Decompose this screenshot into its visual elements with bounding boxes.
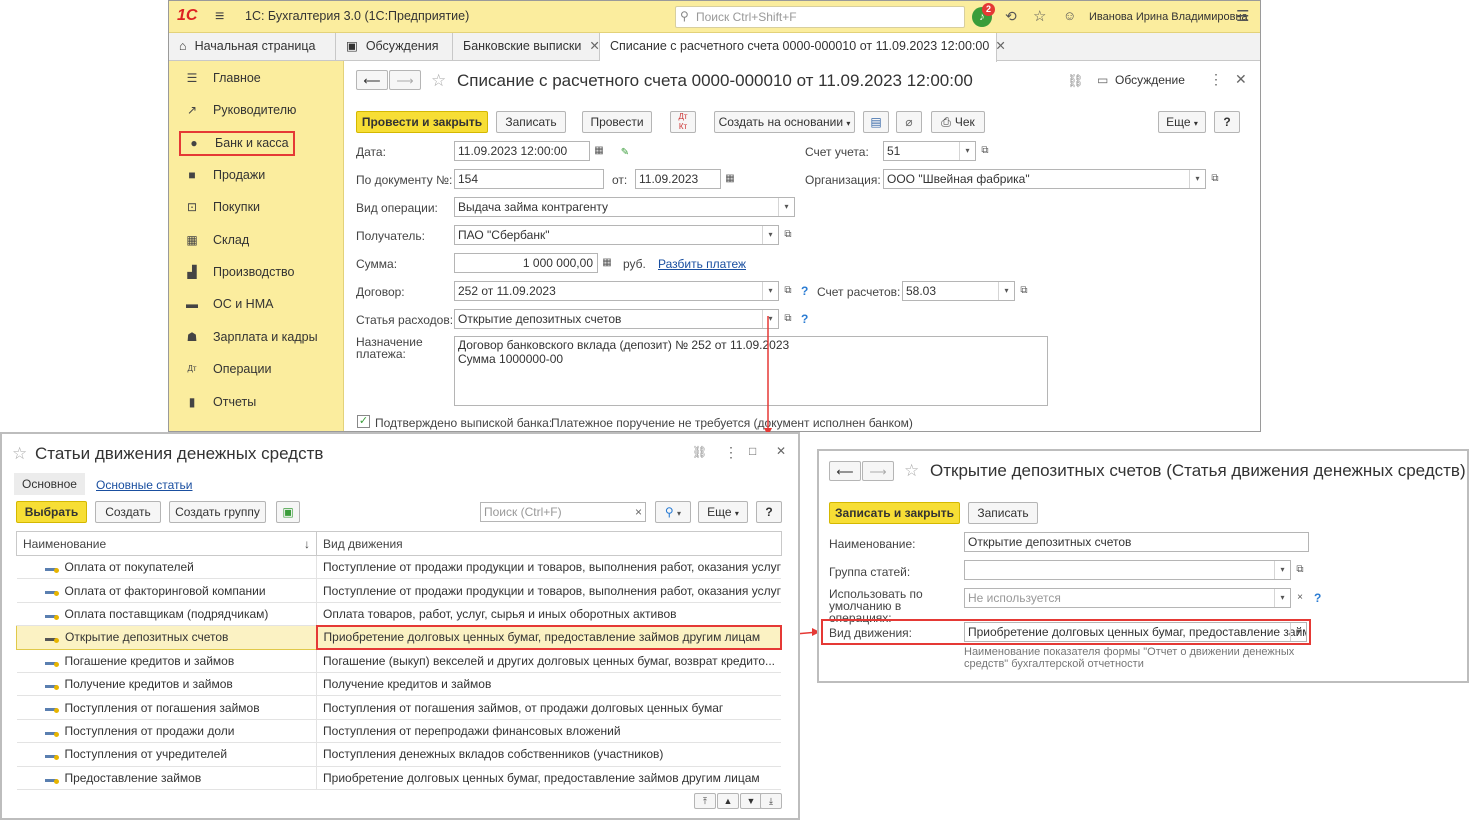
item-icon (44, 728, 59, 737)
favorite-star-icon[interactable]: ☆ (12, 444, 27, 464)
cash-flow-items-list: ☆ Статьи движения денежных средств ⛓ ⋮ □… (0, 432, 800, 820)
tab-main[interactable]: Основное (14, 473, 85, 495)
table-row[interactable]: Оплата поставщикам (подрядчикам) Оплата т… (16, 602, 781, 627)
item-group-field[interactable]: ▾ (964, 560, 1291, 580)
item-group-label: Группа статей: (829, 565, 911, 579)
clear-icon[interactable]: × (635, 503, 642, 521)
table-row[interactable]: Поступления от продажи доли Поступления о… (16, 719, 781, 744)
item-save-button[interactable]: Записать (968, 502, 1038, 524)
create-button[interactable]: Создать (95, 501, 161, 523)
clear-icon[interactable]: × (1292, 590, 1308, 606)
item-name-field[interactable]: Открытие депозитных счетов (964, 532, 1309, 552)
scroll-down-button[interactable]: ▼ (740, 793, 762, 809)
item-icon (44, 587, 59, 597)
movement-field[interactable]: Приобретение долговых ценных бумаг, пред… (964, 622, 1307, 642)
search-button[interactable]: ⚲ ▾ (655, 501, 691, 523)
save-and-close-button[interactable]: Записать и закрыть (829, 502, 960, 524)
selected-movement-cell: Приобретение долговых ценных бумаг, пред… (315, 624, 783, 651)
scroll-up-button[interactable]: ▲ (717, 793, 739, 809)
maximize-icon[interactable]: □ (749, 444, 756, 458)
excel-button[interactable]: ▣ (276, 501, 300, 523)
item-icon (44, 704, 59, 714)
create-group-button[interactable]: Создать группу (169, 501, 266, 523)
default-use-field[interactable]: Не используется ▾ (964, 588, 1291, 608)
scroll-bottom-button[interactable]: ⤓ (760, 793, 782, 809)
item-icon (44, 658, 59, 667)
table-row[interactable]: Погашение кредитов и займов Погашение (вы… (16, 649, 781, 673)
open-icon[interactable]: ⧉ (1292, 562, 1308, 578)
dropdown-arrow-icon[interactable]: ▾ (1274, 589, 1290, 607)
more-actions-icon[interactable]: ⋮ (724, 444, 738, 461)
table-row[interactable]: Поступления от погашения займов Поступлен… (16, 695, 781, 720)
items-table: Наименование ↓ Вид движения Оплата от пок… (15, 531, 783, 790)
tab-main-items[interactable]: Основные статьи (96, 478, 193, 492)
link-icon[interactable]: ⛓ (692, 445, 707, 459)
select-button[interactable]: Выбрать (16, 501, 87, 523)
cash-flow-item-form: ⟵ ⟶ ☆ Открытие депозитных счетов (Статья… (817, 449, 1469, 683)
item-form-title: Открытие депозитных счетов (Статья движе… (930, 461, 1466, 480)
column-header-name[interactable]: Наименование ↓ (15, 531, 318, 556)
list-search-input[interactable]: Поиск (Ctrl+F) × (480, 502, 646, 522)
table-row[interactable]: Оплата от факторинговой компании Поступле… (16, 578, 781, 603)
item-name-label: Наименование: (829, 537, 916, 551)
item-icon (44, 751, 59, 761)
help-hint-icon[interactable]: ? (1314, 591, 1321, 605)
table-row[interactable]: Поступления от учредителей Поступления де… (16, 742, 781, 767)
dropdown-arrow-icon[interactable]: ▾ (1274, 561, 1290, 579)
favorite-star-icon[interactable]: ☆ (904, 461, 919, 481)
item-icon (44, 611, 59, 620)
table-row-selected[interactable]: Открытие депозитных счетов Приобретение д… (15, 624, 783, 651)
item-icon (44, 564, 59, 573)
movement-label: Вид движения: (829, 626, 912, 640)
forward-button[interactable]: ⟶ (862, 461, 894, 481)
scroll-top-button[interactable]: ⤒ (694, 793, 716, 809)
back-button[interactable]: ⟵ (829, 461, 861, 481)
list-title: Статьи движения денежных средств (35, 444, 324, 463)
close-icon[interactable]: ✕ (776, 444, 786, 458)
table-header: Наименование ↓ Вид движения (15, 531, 782, 556)
sort-arrow-icon: ↓ (304, 536, 311, 551)
table-row[interactable]: Оплата от покупателей Поступление от прод… (16, 555, 781, 580)
list-help-button[interactable]: ? (756, 501, 782, 523)
column-header-movement[interactable]: Вид движения (316, 531, 782, 556)
table-row[interactable]: Получение кредитов и займов Получение кре… (16, 672, 781, 697)
table-row[interactable]: Предоставление займов Приобретение долгов… (16, 766, 781, 790)
dropdown-arrow-icon[interactable]: ▾ (1290, 623, 1306, 641)
item-icon (44, 681, 59, 690)
item-icon (44, 775, 59, 784)
movement-note: Наименование показателя формы "Отчет о д… (964, 646, 1295, 670)
list-more-button[interactable]: Еще ▾ (698, 501, 748, 523)
item-icon (45, 634, 59, 644)
